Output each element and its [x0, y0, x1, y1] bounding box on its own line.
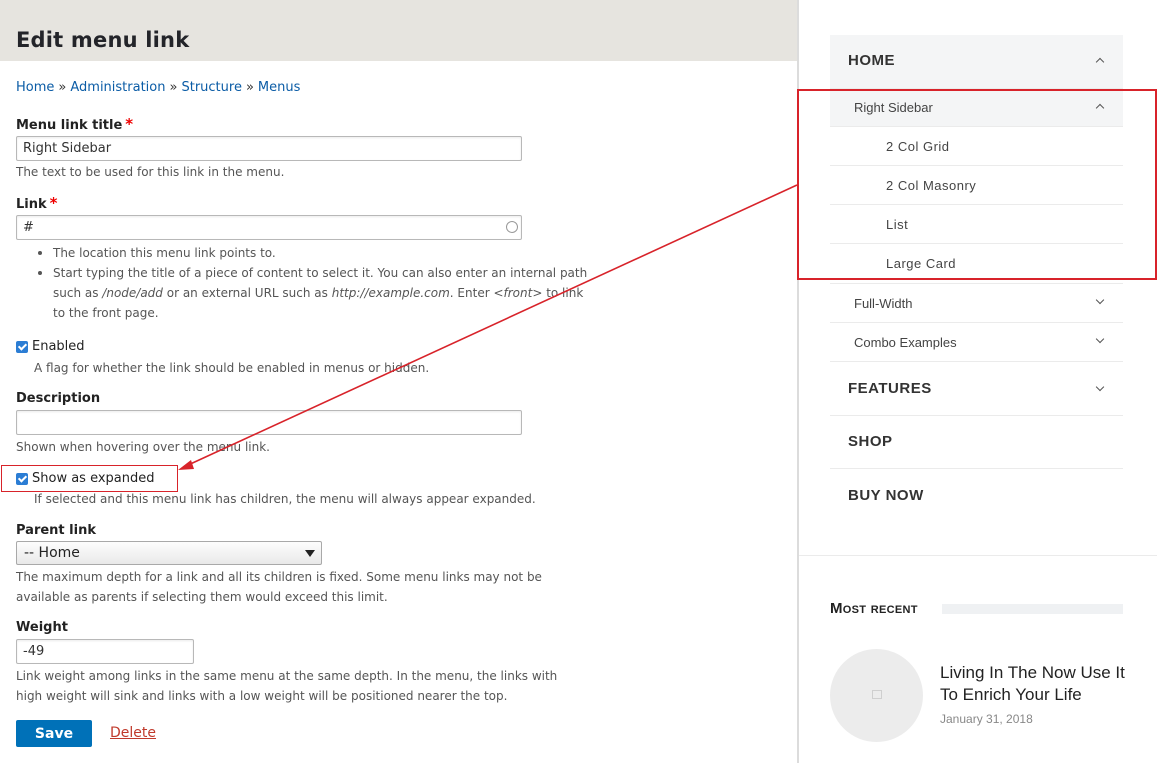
annotation-arrow-head — [178, 460, 194, 470]
annotation-arrow — [178, 184, 798, 470]
annotation-arrow-line — [185, 184, 798, 467]
